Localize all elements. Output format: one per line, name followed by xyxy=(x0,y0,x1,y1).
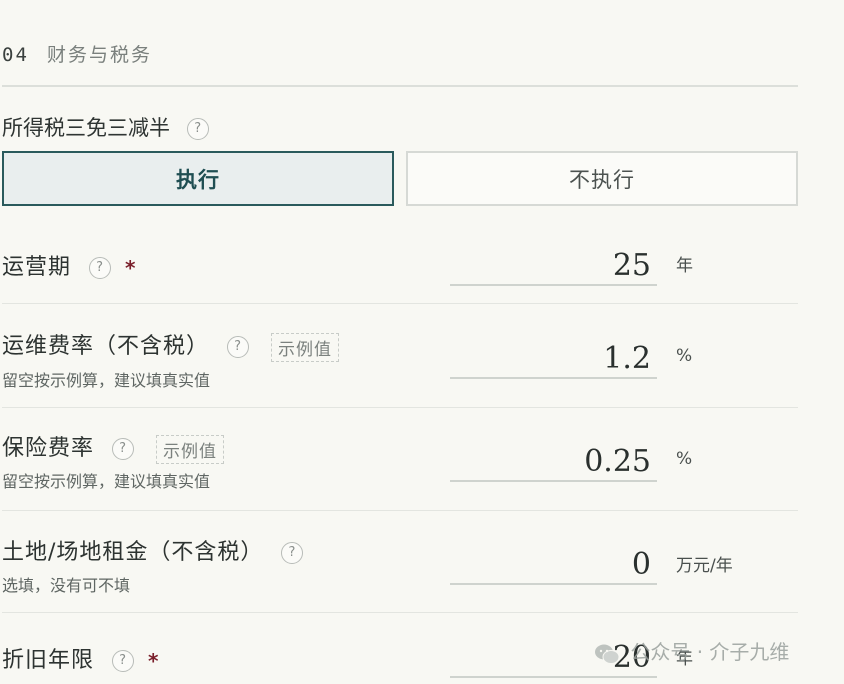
insurance-rate-hint: 留空按示例算，建议填真实值 xyxy=(2,472,211,491)
required-marker: * xyxy=(125,256,137,280)
land-rent-unit: 万元/年 xyxy=(676,556,733,576)
insurance-rate-unit: % xyxy=(676,449,693,469)
row-divider xyxy=(2,612,798,613)
income-tax-label-row: 所得税三免三减半 ? xyxy=(2,112,209,142)
operation-period-unit: 年 xyxy=(676,256,693,276)
section-divider xyxy=(2,85,798,87)
operation-period-input[interactable] xyxy=(450,246,657,286)
land-rent-label-row: 土地/场地租金（不含税） ? xyxy=(2,534,304,566)
operation-period-label: 运营期 xyxy=(2,255,72,280)
example-value-tag: 示例值 xyxy=(271,332,340,362)
wechat-icon xyxy=(595,644,620,664)
example-value-tag: 示例值 xyxy=(156,434,225,464)
help-icon[interactable]: ? xyxy=(281,542,304,564)
insurance-rate-label-row: 保险费率 ? 示例值 xyxy=(2,430,225,464)
required-marker: * xyxy=(148,649,160,673)
om-rate-label-row: 运维费率（不含税） ? 示例值 xyxy=(2,328,340,362)
row-divider xyxy=(2,407,798,408)
om-rate-label: 运维费率（不含税） xyxy=(2,334,210,359)
depreciation-years-label: 折旧年限 xyxy=(2,648,95,673)
land-rent-hint: 选填，没有可不填 xyxy=(2,576,131,595)
section-number: 04 xyxy=(2,44,29,66)
land-rent-input[interactable] xyxy=(450,545,657,585)
insurance-rate-label: 保险费率 xyxy=(2,436,95,461)
row-divider xyxy=(2,303,798,304)
income-tax-label: 所得税三免三减半 xyxy=(2,116,170,140)
om-rate-hint: 留空按示例算，建议填真实值 xyxy=(2,371,211,390)
land-rent-label: 土地/场地租金（不含税） xyxy=(2,540,264,565)
help-icon[interactable]: ? xyxy=(112,650,135,672)
help-icon[interactable]: ? xyxy=(112,438,135,460)
not-execute-button[interactable]: 不执行 xyxy=(406,151,798,206)
help-icon[interactable]: ? xyxy=(227,336,250,358)
depreciation-years-label-row: 折旧年限 ? * xyxy=(2,642,159,674)
watermark-text: 公众号 · 介子九维 xyxy=(630,640,790,664)
operation-period-label-row: 运营期 ? * xyxy=(2,249,136,281)
section-title: 财务与税务 xyxy=(46,44,152,66)
section-header: 04 财务与税务 xyxy=(2,40,152,67)
om-rate-input[interactable] xyxy=(450,339,657,379)
insurance-rate-input[interactable] xyxy=(450,442,657,482)
om-rate-unit: % xyxy=(676,346,693,366)
help-icon[interactable]: ? xyxy=(89,257,112,279)
help-icon[interactable]: ? xyxy=(186,118,209,140)
row-divider xyxy=(2,510,798,511)
execute-button[interactable]: 执行 xyxy=(2,151,394,206)
watermark: 公众号 · 介子九维 xyxy=(594,636,789,665)
